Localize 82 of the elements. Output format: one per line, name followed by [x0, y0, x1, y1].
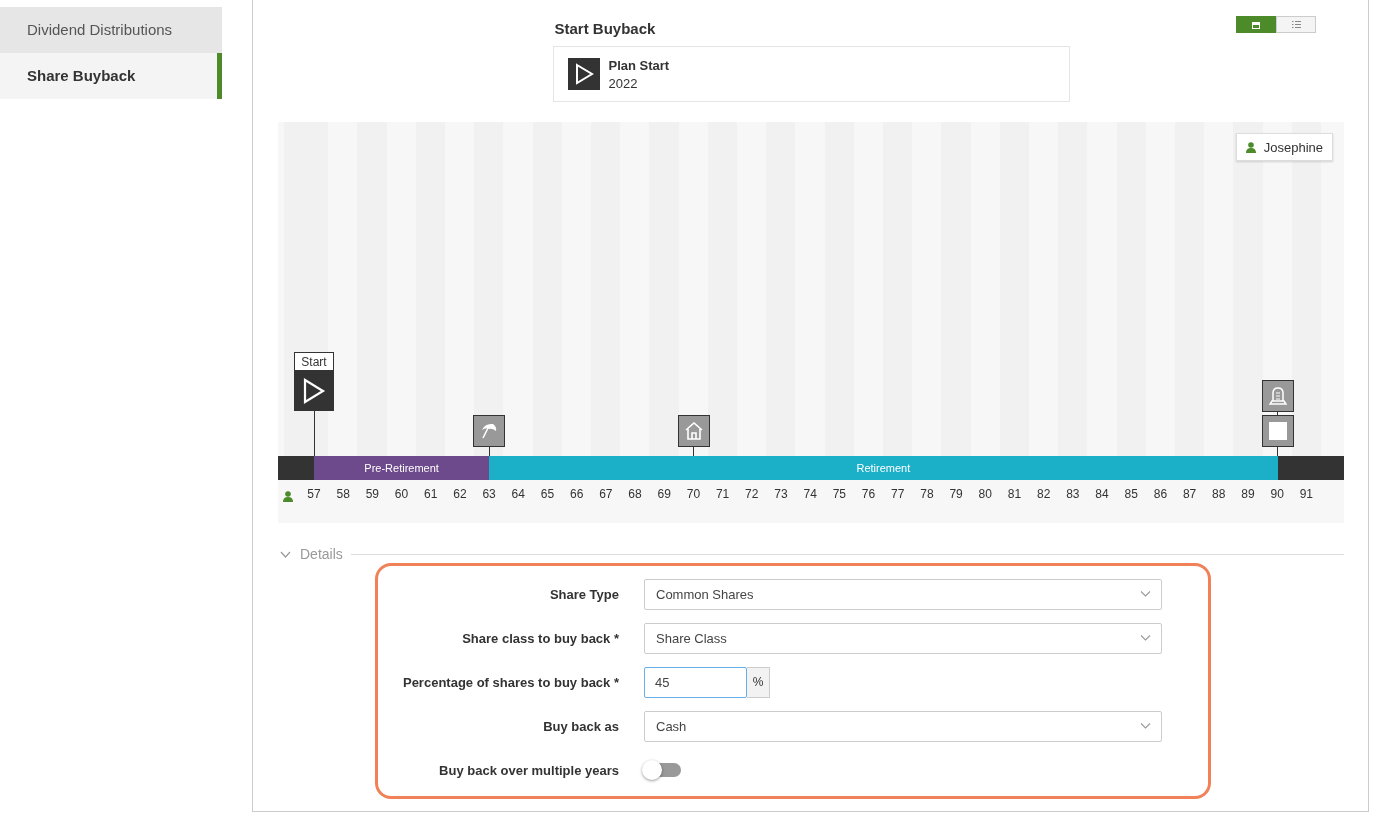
age-label: 90 [1269, 487, 1285, 501]
age-label: 68 [627, 487, 643, 501]
age-label: 75 [831, 487, 848, 501]
chevron-icon [280, 550, 291, 558]
age-label: 57 [306, 487, 322, 501]
event-name: Plan Start [608, 57, 670, 73]
chevron-icon [1140, 723, 1151, 729]
field-label: Buy back as [542, 718, 619, 734]
age-label: 73 [773, 487, 789, 501]
age-label: 88 [1211, 487, 1227, 501]
umbrella-icon [480, 422, 499, 440]
age-label: 77 [890, 487, 906, 501]
age-label: 69 [656, 487, 672, 501]
event-marker[interactable] [294, 371, 334, 411]
age-label: 85 [1123, 487, 1139, 501]
age-label: 74 [802, 487, 818, 501]
age-label: 61 [423, 487, 439, 501]
age-label: 87 [1181, 487, 1198, 501]
age-label: 86 [1152, 487, 1169, 501]
age-label: 80 [977, 487, 993, 501]
field-label: Buy back over multiple years [438, 762, 619, 778]
person-icon [1245, 141, 1256, 153]
person-name: Josephine [1263, 139, 1323, 155]
age-label: 64 [510, 487, 526, 501]
bar-segment [278, 456, 314, 480]
leader-line [1277, 447, 1279, 456]
unit-label: % [747, 666, 770, 698]
sidebar-item[interactable]: Dividend Distributions [0, 7, 222, 53]
event-marker[interactable] [1261, 415, 1294, 447]
age-label: 66 [569, 487, 585, 501]
tombstone-icon [1268, 387, 1287, 405]
field-label: Percentage of shares to buy back * [401, 674, 619, 690]
event-marker[interactable] [1261, 380, 1294, 412]
age-label: 72 [744, 487, 760, 501]
calendar-icon [1252, 20, 1260, 29]
age-label: 84 [1094, 487, 1110, 501]
list-icon [1291, 21, 1301, 28]
age-label: 60 [393, 487, 410, 501]
input-field[interactable]: 45 [644, 666, 747, 698]
event-year: 2022 [608, 75, 639, 91]
age-label: 89 [1240, 487, 1256, 501]
leader-line [488, 447, 490, 456]
leader-line [693, 447, 695, 456]
age-label: 67 [598, 487, 614, 501]
phase-label: Pre-Retirement [364, 462, 439, 474]
age-label: 91 [1298, 487, 1315, 501]
event-title: Start Buyback [554, 20, 657, 37]
age-label: 65 [539, 487, 556, 501]
marker-label: Start [294, 352, 334, 371]
stop-icon [1268, 422, 1287, 440]
age-label: 83 [1065, 487, 1081, 501]
age-label: 81 [1006, 487, 1023, 501]
age-label: 79 [948, 487, 964, 501]
event-marker[interactable] [473, 415, 506, 447]
age-label: 58 [335, 487, 351, 501]
calendar-view-button[interactable] [1236, 16, 1276, 33]
play-icon [302, 378, 326, 404]
sidebar-item[interactable]: Share Buyback [0, 53, 222, 99]
age-label: 82 [1036, 487, 1052, 501]
field-label: Share Type [548, 586, 619, 602]
house-icon [684, 422, 703, 440]
age-label: 59 [364, 487, 381, 501]
phase-label: Retirement [856, 462, 911, 474]
toggle-switch[interactable] [644, 763, 681, 777]
age-label: 71 [714, 487, 731, 501]
list-view-button[interactable] [1276, 16, 1316, 33]
age-label: 76 [860, 487, 877, 501]
person-tag[interactable]: Josephine [1235, 133, 1333, 161]
age-label: 78 [919, 487, 935, 501]
field-label: Share class to buy back * [461, 630, 619, 646]
dropdown[interactable]: Common Shares [644, 578, 1162, 610]
dropdown[interactable]: Cash [644, 710, 1162, 742]
play-icon [567, 58, 600, 90]
age-label: 70 [685, 487, 702, 501]
chevron-icon [1140, 591, 1151, 597]
event-marker[interactable] [677, 415, 710, 447]
age-label: 62 [452, 487, 468, 501]
chevron-icon [1140, 635, 1151, 641]
dropdown[interactable]: Share Class [644, 622, 1162, 654]
leader-line [313, 411, 315, 456]
person-icon [283, 491, 293, 502]
age-label: 63 [481, 487, 497, 501]
